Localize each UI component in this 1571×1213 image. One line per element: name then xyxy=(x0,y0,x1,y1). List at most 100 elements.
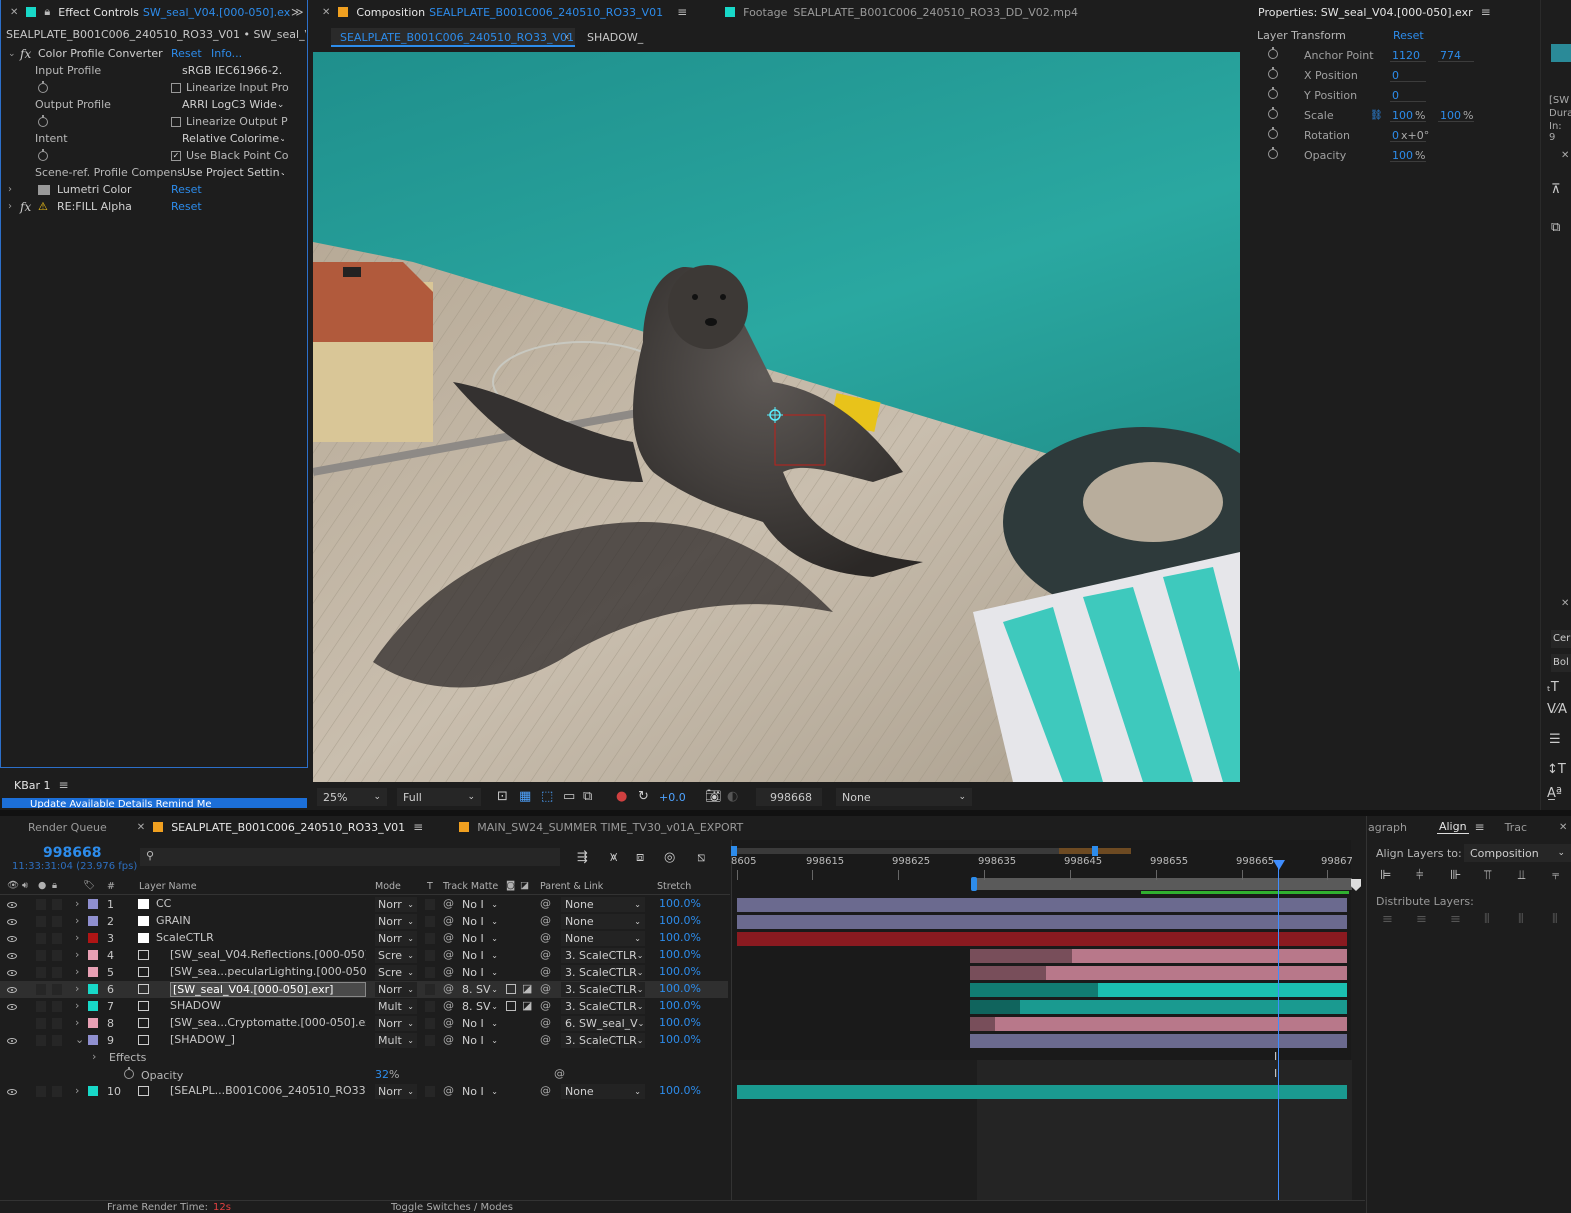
solo-box[interactable] xyxy=(36,1035,46,1046)
chevron-right-icon[interactable]: › xyxy=(75,948,79,961)
solo-box[interactable] xyxy=(36,1086,46,1097)
checkbox-checked-icon[interactable]: ✓ xyxy=(171,151,181,161)
graph-icon[interactable]: ⧉ xyxy=(1551,220,1560,235)
parent-dropdown[interactable]: None ⌄ xyxy=(561,914,645,929)
matte-pick-whip-icon[interactable]: @ xyxy=(443,931,454,944)
current-frame[interactable]: 998668 xyxy=(43,845,101,861)
region-of-interest-icon[interactable]: ⊡ xyxy=(497,789,508,804)
preserve-transparency-box[interactable] xyxy=(425,1086,435,1097)
comp-end-marker[interactable] xyxy=(1351,879,1361,891)
track-matte-dropdown[interactable]: No I ⌄ xyxy=(460,965,500,980)
time-navigator[interactable] xyxy=(731,846,1131,856)
effect-row-lumetri[interactable]: › Lumetri Color Reset xyxy=(4,181,292,198)
label-color-swatch[interactable] xyxy=(88,1018,98,1028)
layer-name[interactable]: [SW_sea...Cryptomatte.[000-050].exr] xyxy=(170,1016,366,1029)
preserve-transparency-box[interactable] xyxy=(425,967,435,978)
tab-kbar[interactable]: KBar 1 xyxy=(6,779,59,792)
lock-box[interactable] xyxy=(52,899,62,910)
stopwatch-icon[interactable] xyxy=(124,1067,134,1079)
label-color-swatch[interactable] xyxy=(88,1001,98,1011)
effect-row-color-profile[interactable]: ⌄ fx Color Profile Converter Reset Info.… xyxy=(4,45,292,62)
show-snapshot-icon[interactable]: ◐ xyxy=(727,789,738,804)
stopwatch-icon[interactable] xyxy=(1268,47,1278,59)
mode-dropdown[interactable]: Scre ⌄ xyxy=(375,948,417,963)
track-matte-dropdown[interactable]: No I ⌄ xyxy=(460,1016,500,1031)
chevron-right-icon[interactable]: › xyxy=(75,999,79,1012)
subtab-shadow-label[interactable]: SHADOW_ xyxy=(587,31,643,44)
parent-pick-whip-icon[interactable]: @ xyxy=(540,999,551,1012)
linearize-input-checkbox[interactable]: Linearize Input Pro xyxy=(171,81,289,94)
solo-box[interactable] xyxy=(36,1018,46,1029)
layer-duration-bar[interactable] xyxy=(737,1085,1347,1099)
reset-link[interactable]: Reset xyxy=(171,200,202,213)
parent-pick-whip-icon[interactable]: @ xyxy=(540,1016,551,1029)
lock-box[interactable] xyxy=(52,967,62,978)
parent-pick-whip-icon[interactable]: @ xyxy=(540,897,551,910)
distribute-left-icon[interactable]: ⦀ xyxy=(1484,912,1490,927)
align-vcenter-icon[interactable]: ⫫ xyxy=(1518,868,1525,883)
matte-pick-whip-icon[interactable]: @ xyxy=(443,914,454,927)
matte-pick-whip-icon[interactable]: @ xyxy=(443,1084,454,1097)
layer-duration-bar[interactable] xyxy=(970,1034,1347,1048)
view-option-dropdown[interactable]: None ⌄ xyxy=(836,788,972,806)
stretch-value[interactable]: 100.0% xyxy=(659,1016,701,1029)
current-frame-field[interactable]: 998668 xyxy=(756,788,822,806)
layer-duration-bar[interactable] xyxy=(737,915,1347,929)
label-color-swatch[interactable] xyxy=(88,1035,98,1045)
distribute-right-icon[interactable]: ⦀ xyxy=(1552,912,1558,927)
label-color-swatch[interactable] xyxy=(88,967,98,977)
layer-row[interactable]: › 1 CC Norr ⌄ @ No I ⌄ @ None ⌄ 100.0% xyxy=(0,896,728,913)
solo-box[interactable] xyxy=(36,933,46,944)
align-hcenter-icon[interactable]: ⫩ xyxy=(1416,868,1423,883)
label-color-swatch[interactable] xyxy=(88,933,98,943)
lock-box[interactable] xyxy=(52,1001,62,1012)
color-swatch[interactable] xyxy=(1551,44,1571,62)
chevron-right-icon[interactable]: › xyxy=(75,914,79,927)
solo-box[interactable] xyxy=(36,950,46,961)
subtab-comp[interactable]: SEALPLATE_B001C006_240510_RO33_V01 ‹ xyxy=(331,28,575,47)
tab-timeline-comp-2[interactable]: MAIN_SW24_SUMMER TIME_TV30_v01A_EXPORT xyxy=(469,821,751,834)
chevron-right-icon[interactable]: › xyxy=(8,201,12,212)
mode-dropdown[interactable]: Norr ⌄ xyxy=(375,1084,417,1099)
track-matte-dropdown[interactable]: 8. SV ⌄ xyxy=(460,999,500,1014)
transparency-grid-icon[interactable]: ▦ xyxy=(519,789,531,804)
menu-icon[interactable]: ≡ xyxy=(1475,820,1485,834)
baseline-shift-icon[interactable]: A̲ª xyxy=(1547,786,1562,801)
layer-name[interactable]: ScaleCTLR xyxy=(156,931,366,944)
black-point-checkbox[interactable]: ✓ Use Black Point Co xyxy=(171,149,289,162)
distribute-hcenter-icon[interactable]: ⦀ xyxy=(1518,912,1524,927)
layer-name[interactable]: SHADOW xyxy=(170,999,366,1012)
input-profile-dropdown[interactable]: sRGB IEC61966-2.⌄ xyxy=(178,63,284,78)
visibility-eye-icon[interactable] xyxy=(7,969,17,976)
parent-dropdown[interactable]: 3. ScaleCTLR ⌄ xyxy=(561,982,645,997)
tab-paragraph[interactable]: agraph xyxy=(1366,821,1415,834)
parent-pick-whip-icon[interactable]: @ xyxy=(540,1084,551,1097)
stopwatch-icon[interactable] xyxy=(38,148,48,161)
tab-tracker[interactable]: Trac xyxy=(1497,821,1535,834)
fx-icon[interactable]: fx xyxy=(20,47,31,61)
pick-whip-icon[interactable]: @ xyxy=(554,1067,565,1080)
layer-row[interactable]: › 5 [SW_sea...pecularLighting.[000-050].… xyxy=(0,964,728,981)
tab-timeline-comp[interactable]: SEALPLATE_B001C006_240510_RO33_V01 xyxy=(163,821,413,834)
menu-icon[interactable]: ≡ xyxy=(59,778,69,792)
layer-name[interactable]: [SHADOW_] xyxy=(170,1033,366,1046)
hide-shy-icon[interactable]: ⧈ xyxy=(636,850,644,865)
chevron-right-icon[interactable]: › xyxy=(8,184,12,195)
mode-dropdown[interactable]: Norr ⌄ xyxy=(375,1016,417,1031)
lock-box[interactable] xyxy=(52,916,62,927)
stretch-value[interactable]: 100.0% xyxy=(659,897,701,910)
visibility-eye-icon[interactable] xyxy=(7,986,17,993)
fx-icon[interactable]: fx xyxy=(20,200,31,214)
tab-footage[interactable]: Footage SEALPLATE_B001C006_240510_RO33_D… xyxy=(735,6,1086,19)
parent-dropdown[interactable]: 3. ScaleCTLR ⌄ xyxy=(561,965,645,980)
chevron-right-icon[interactable]: › xyxy=(92,1050,96,1063)
mode-dropdown[interactable]: Norr ⌄ xyxy=(375,931,417,946)
stretch-value[interactable]: 100.0% xyxy=(659,1033,701,1046)
layer-duration-bar[interactable] xyxy=(970,1017,1347,1031)
graph-editor-icon[interactable]: ⧅ xyxy=(697,850,705,865)
navigator-start-handle[interactable] xyxy=(731,846,737,856)
distribute-bottom-icon[interactable]: ≡ xyxy=(1450,912,1461,927)
scene-ref-dropdown[interactable]: Use Project Settin ⌄ xyxy=(178,165,284,180)
close-icon[interactable]: ✕ xyxy=(137,822,145,833)
preserve-transparency-box[interactable] xyxy=(425,1035,435,1046)
